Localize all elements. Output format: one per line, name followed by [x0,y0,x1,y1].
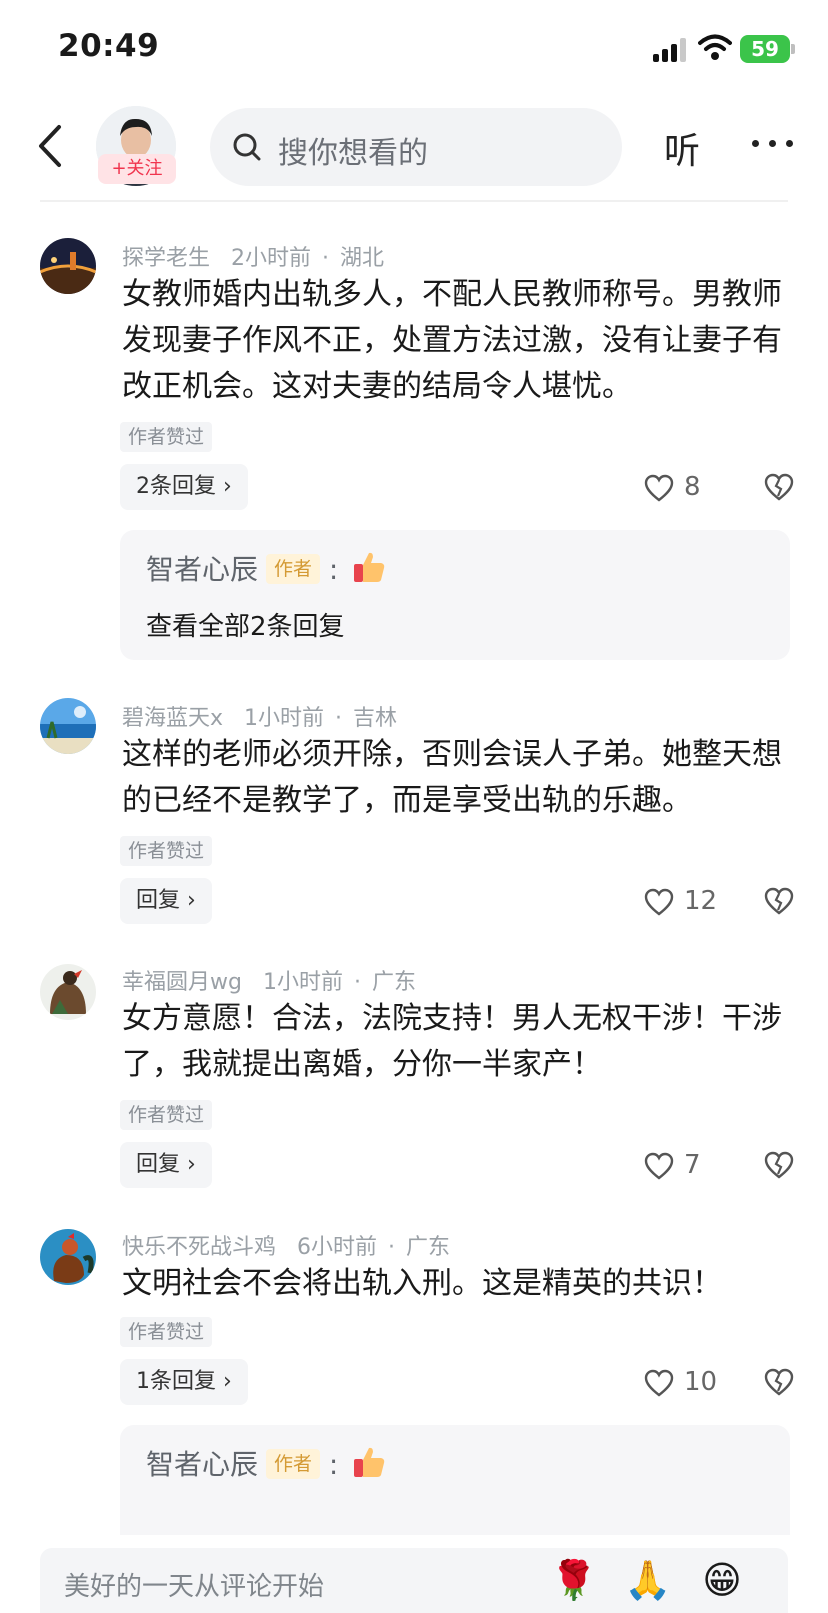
avatar[interactable] [40,238,96,294]
battery-cap [791,44,795,54]
thumbs-up-icon [354,1447,385,1477]
like-count: 8 [684,472,701,502]
comment-meta: 探学老生 2小时前 · 湖北 [122,246,385,271]
comment-text: 文明社会不会将出轨入刑。这是精英的共识！ [122,1266,722,1301]
pray-emoji-button[interactable]: 🙏 [624,1556,672,1604]
comment-item: 碧海蓝天x 1小时前 · 吉林 这样的老师必须开除，否则会误人子弟。她整天想的已… [0,692,828,932]
comment-location: 广东 [406,1235,451,1260]
comment-location: 广东 [371,970,416,995]
reply-button[interactable]: 回复 › [120,878,212,924]
reply-author-line: 智者心辰 作者 : [146,548,387,588]
comment-location: 吉林 [353,706,398,731]
broken-heart-icon[interactable] [764,1150,794,1180]
author-liked-badge: 作者赞过 [120,836,213,866]
comment-time: 1小时前 [262,970,343,995]
like-count: 12 [684,886,718,916]
heart-icon [644,888,674,916]
reply-username[interactable]: 智者心辰 [146,1448,258,1481]
author-tag: 作者 [266,554,321,584]
broken-heart-icon[interactable] [764,886,794,916]
comment-input[interactable]: 美好的一天从评论开始 [64,1566,324,1603]
author-liked-badge: 作者赞过 [120,1317,213,1347]
author-liked-badge: 作者赞过 [120,1100,213,1130]
avatar[interactable] [40,964,96,1020]
wifi-icon [698,34,732,60]
comment-text: 这样的老师必须开除，否则会误人子弟。她整天想的已经不是教学了，而是享受出轨的乐趣… [122,737,782,818]
author-tag: 作者 [266,1449,321,1479]
search-placeholder: 搜你想看的 [278,136,428,171]
back-icon[interactable] [33,123,67,169]
rose-emoji-button[interactable]: 🌹 [550,1556,598,1604]
comment-meta: 幸福圆月wg 1小时前 · 广东 [122,970,416,995]
status-bar: 20:49 59 [0,0,828,96]
comment-username[interactable]: 探学老生 [122,246,210,271]
heart-icon [644,474,674,502]
thumbs-up-icon [354,552,385,582]
broken-heart-icon[interactable] [764,472,794,502]
heart-icon [644,1152,674,1180]
follow-button[interactable]: +关注 [98,154,176,184]
top-nav: +关注 搜你想看的 听 [0,96,828,202]
comment-username[interactable]: 幸福圆月wg [122,970,242,995]
reply-preview[interactable]: 智者心辰 作者 : [120,1425,790,1535]
divider [40,200,788,202]
status-time: 20:49 [58,28,160,64]
grin-emoji-button[interactable]: 😁 [698,1556,746,1604]
comment-input-bar[interactable]: 美好的一天从评论开始 🌹 🙏 😁 [40,1548,788,1613]
view-replies-button[interactable]: 2条回复 › [120,464,248,510]
comment-location: 湖北 [340,246,385,271]
reply-preview[interactable]: 智者心辰 作者 : 查看全部2条回复 [120,530,790,660]
reply-username[interactable]: 智者心辰 [146,553,258,586]
reply-button[interactable]: 回复 › [120,1142,212,1188]
comment-time: 2小时前 [231,246,312,271]
avatar[interactable] [40,698,96,754]
comment-meta: 碧海蓝天x 1小时前 · 吉林 [122,706,398,731]
comment-meta: 快乐不死战斗鸡 6小时前 · 广东 [122,1235,451,1260]
reply-author-line: 智者心辰 作者 : [146,1443,387,1483]
comment-username[interactable]: 碧海蓝天x [122,706,223,731]
comment-item: 探学老生 2小时前 · 湖北 女教师婚内出轨多人，不配人民教师称号。男教师发现妻… [0,230,828,670]
signal-icon [653,36,691,62]
avatar[interactable] [40,1229,96,1285]
comment-item: 快乐不死战斗鸡 6小时前 · 广东 文明社会不会将出轨入刑。这是精英的共识！ 作… [0,1225,828,1535]
view-replies-button[interactable]: 1条回复 › [120,1359,248,1405]
listen-button[interactable]: 听 [664,122,700,174]
broken-heart-icon[interactable] [764,1367,794,1397]
author-liked-badge: 作者赞过 [120,422,213,452]
like-count: 7 [684,1150,701,1180]
comment-text: 女方意愿！合法，法院支持！男人无权干涉！干涉了，我就提出离婚，分你一半家产！ [122,1001,782,1082]
view-all-replies-link[interactable]: 查看全部2条回复 [146,606,345,643]
comment-username[interactable]: 快乐不死战斗鸡 [122,1235,276,1260]
comment-time: 1小时前 [244,706,325,731]
like-count: 10 [684,1367,718,1397]
comment-time: 6小时前 [297,1235,378,1260]
more-icon[interactable] [752,140,796,150]
comment-text: 女教师婚内出轨多人，不配人民教师称号。男教师发现妻子作风不正，处置方法过激，没有… [122,277,782,404]
search-bar[interactable]: 搜你想看的 [210,108,622,186]
search-icon [233,133,261,161]
heart-icon [644,1369,674,1397]
battery-indicator: 59 [740,35,790,63]
comment-item: 幸福圆月wg 1小时前 · 广东 女方意愿！合法，法院支持！男人无权干涉！干涉了… [0,960,828,1200]
